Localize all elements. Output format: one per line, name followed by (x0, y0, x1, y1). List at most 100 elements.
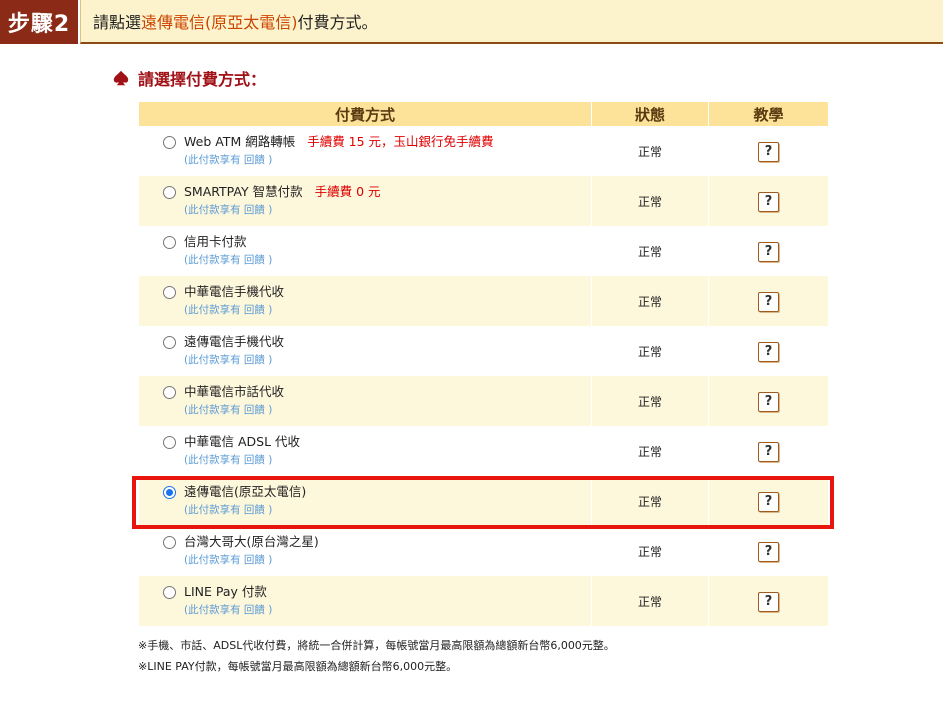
selected-row-highlight (132, 476, 834, 529)
method-option[interactable]: SMARTPAY 智慧付款 手續費 0 元 (163, 184, 591, 200)
guide-cell: ? (708, 326, 829, 376)
payment-radio[interactable] (163, 385, 176, 399)
table-row[interactable]: 中華電信市話代收 (此付款享有 回饋 ) 正常? (138, 376, 829, 426)
method-name[interactable]: 中華電信手機代收 (184, 284, 284, 300)
table-header-row: 付費方式 狀態 教學 (138, 102, 829, 126)
payment-radio[interactable] (163, 335, 176, 349)
method-name[interactable]: 中華電信市話代收 (184, 384, 284, 400)
method-cell[interactable]: SMARTPAY 智慧付款 手續費 0 元 (此付款享有 回饋 ) (138, 176, 592, 226)
table-row[interactable]: LINE Pay 付款 (此付款享有 回饋 ) 正常? (138, 576, 829, 626)
step-badge: 步驟2 (0, 0, 78, 44)
method-cell[interactable]: 中華電信市話代收 (此付款享有 回饋 ) (138, 376, 592, 426)
status-cell: 正常 (591, 126, 709, 176)
table-row[interactable]: 遠傳電信手機代收 (此付款享有 回饋 ) 正常? (138, 326, 829, 376)
method-option[interactable]: 中華電信 ADSL 代收 (163, 434, 591, 450)
status-cell: 正常 (591, 176, 709, 226)
table-row[interactable]: 台灣大哥大(原台灣之星) (此付款享有 回饋 ) 正常? (138, 526, 829, 576)
section-title-text: 請選擇付費方式： (138, 70, 267, 89)
help-icon[interactable]: ? (758, 142, 779, 162)
method-name[interactable]: SMARTPAY 智慧付款 (184, 184, 303, 200)
help-icon[interactable]: ? (758, 242, 779, 262)
payment-radio[interactable] (163, 185, 176, 199)
guide-cell: ? (708, 576, 829, 626)
step-instruction: 請點選 遠傳電信(原亞太電信) 付費方式。 (80, 0, 943, 44)
status-cell: 正常 (591, 326, 709, 376)
method-cell[interactable]: 信用卡付款 (此付款享有 回饋 ) (138, 226, 592, 276)
status-cell: 正常 (591, 376, 709, 426)
payment-method-table: 付費方式 狀態 教學 Web ATM 網路轉帳 手續費 15 元，玉山銀行免手續費… (138, 102, 829, 626)
cashback-note: (此付款享有 回饋 ) (184, 304, 273, 316)
method-cell[interactable]: Web ATM 網路轉帳 手續費 15 元，玉山銀行免手續費 (此付款享有 回饋 ) (138, 126, 592, 176)
guide-cell: ? (708, 526, 829, 576)
method-option[interactable]: 台灣大哥大(原台灣之星) (163, 534, 591, 550)
method-cell[interactable]: LINE Pay 付款 (此付款享有 回饋 ) (138, 576, 592, 626)
method-name[interactable]: 台灣大哥大(原台灣之星) (184, 534, 319, 550)
payment-rows: Web ATM 網路轉帳 手續費 15 元，玉山銀行免手續費 (此付款享有 回饋 )… (138, 126, 829, 626)
payment-radio[interactable] (163, 585, 176, 599)
payment-radio[interactable] (163, 235, 176, 249)
payment-radio[interactable] (163, 135, 176, 149)
method-option[interactable]: 中華電信手機代收 (163, 284, 591, 300)
method-name[interactable]: 遠傳電信手機代收 (184, 334, 284, 350)
method-fee: 手續費 0 元 (314, 184, 381, 199)
method-fee: 手續費 15 元，玉山銀行免手續費 (307, 134, 494, 149)
table-row[interactable]: Web ATM 網路轉帳 手續費 15 元，玉山銀行免手續費 (此付款享有 回饋 )… (138, 126, 829, 176)
guide-cell: ? (708, 376, 829, 426)
help-icon[interactable]: ? (758, 542, 779, 562)
guide-cell: ? (708, 176, 829, 226)
method-option[interactable]: Web ATM 網路轉帳 手續費 15 元，玉山銀行免手續費 (163, 134, 591, 150)
method-cell[interactable]: 中華電信 ADSL 代收 (此付款享有 回饋 ) (138, 426, 592, 476)
method-cell[interactable]: 遠傳電信手機代收 (此付款享有 回饋 ) (138, 326, 592, 376)
method-name[interactable]: LINE Pay 付款 (184, 584, 267, 600)
header-method: 付費方式 (138, 102, 592, 126)
payment-radio[interactable] (163, 285, 176, 299)
table-row[interactable]: SMARTPAY 智慧付款 手續費 0 元 (此付款享有 回饋 ) 正常? (138, 176, 829, 226)
cashback-note: (此付款享有 回饋 ) (184, 404, 273, 416)
method-option[interactable]: 信用卡付款 (163, 234, 591, 250)
method-option[interactable]: LINE Pay 付款 (163, 584, 591, 600)
method-option[interactable]: 中華電信市話代收 (163, 384, 591, 400)
cashback-note: (此付款享有 回饋 ) (184, 454, 273, 466)
help-icon[interactable]: ? (758, 342, 779, 362)
method-cell[interactable]: 中華電信手機代收 (此付款享有 回饋 ) (138, 276, 592, 326)
cashback-note: (此付款享有 回饋 ) (184, 204, 273, 216)
spade-icon (113, 70, 129, 86)
guide-cell: ? (708, 126, 829, 176)
method-name[interactable]: 中華電信 ADSL 代收 (184, 434, 300, 450)
help-icon[interactable]: ? (758, 192, 779, 212)
status-cell: 正常 (591, 226, 709, 276)
status-cell: 正常 (591, 576, 709, 626)
step-instruction-prefix: 請點選 (93, 13, 142, 32)
cashback-note: (此付款享有 回饋 ) (184, 554, 273, 566)
status-cell: 正常 (591, 526, 709, 576)
section-title: 請選擇付費方式： (112, 67, 266, 89)
cashback-note: (此付款享有 回饋 ) (184, 354, 273, 366)
guide-cell: ? (708, 226, 829, 276)
cashback-note: (此付款享有 回饋 ) (184, 254, 273, 266)
method-cell[interactable]: 台灣大哥大(原台灣之星) (此付款享有 回饋 ) (138, 526, 592, 576)
note-limit-telecom: ※手機、市話、ADSL代收付費，將統一合併計算，每帳號當月最高限額為總額新台幣6… (138, 639, 615, 652)
method-name[interactable]: Web ATM 網路轉帳 (184, 134, 295, 150)
payment-radio[interactable] (163, 435, 176, 449)
help-icon[interactable]: ? (758, 392, 779, 412)
help-icon[interactable]: ? (758, 442, 779, 462)
note-limit-linepay: ※LINE PAY付款，每帳號當月最高限額為總額新台幣6,000元整。 (138, 660, 458, 673)
method-name[interactable]: 信用卡付款 (184, 234, 247, 250)
method-option[interactable]: 遠傳電信手機代收 (163, 334, 591, 350)
guide-cell: ? (708, 426, 829, 476)
table-row[interactable]: 中華電信 ADSL 代收 (此付款享有 回饋 ) 正常? (138, 426, 829, 476)
cashback-note: (此付款享有 回饋 ) (184, 604, 273, 616)
table-row[interactable]: 信用卡付款 (此付款享有 回饋 ) 正常? (138, 226, 829, 276)
header-status: 狀態 (591, 102, 709, 126)
step-header: 步驟2 請點選 遠傳電信(原亞太電信) 付費方式。 (0, 0, 943, 44)
cashback-note: (此付款享有 回饋 ) (184, 154, 273, 166)
step-instruction-suffix: 付費方式。 (297, 13, 378, 32)
table-row[interactable]: 中華電信手機代收 (此付款享有 回饋 ) 正常? (138, 276, 829, 326)
header-guide: 教學 (708, 102, 829, 126)
help-icon[interactable]: ? (758, 592, 779, 612)
status-cell: 正常 (591, 426, 709, 476)
help-icon[interactable]: ? (758, 292, 779, 312)
status-cell: 正常 (591, 276, 709, 326)
step-instruction-highlight: 遠傳電信(原亞太電信) (141, 13, 298, 32)
payment-radio[interactable] (163, 535, 176, 549)
